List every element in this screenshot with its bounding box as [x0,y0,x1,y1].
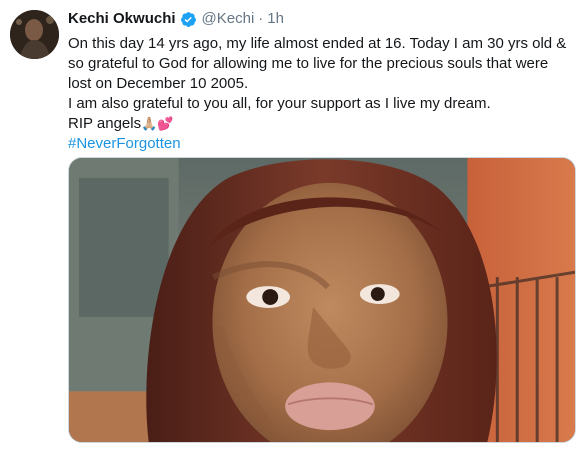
tweet-card[interactable]: Kechi Okwuchi @Kechi · 1h On this day 14… [0,0,584,456]
tweet-header: Kechi Okwuchi @Kechi · 1h [68,9,284,29]
rip-text: RIP angels [68,115,142,132]
tweet-line: so grateful to God for allowing me to li… [68,55,549,72]
tweet-line: lost on December 10 2005. [68,75,249,92]
author-handle[interactable]: @Kechi [202,9,255,29]
tweet-line-rip: RIP angels🙏🏼💕 [68,114,578,134]
tweet-text: On this day 14 yrs ago, my life almost e… [68,34,578,154]
author-name[interactable]: Kechi Okwuchi [68,9,176,29]
author-avatar[interactable] [10,10,59,59]
hashtag-link[interactable]: #NeverForgotten [68,135,181,152]
tweet-timestamp[interactable]: 1h [267,9,284,29]
tweet-line: On this day 14 yrs ago, my life almost e… [68,35,567,52]
prayer-heart-emoji: 🙏🏼💕 [141,116,174,131]
tweet-photo[interactable] [68,157,576,443]
separator-dot: · [258,10,264,27]
tweet-line: I am also grateful to you all, for your … [68,95,491,112]
verified-badge-icon [180,11,197,28]
